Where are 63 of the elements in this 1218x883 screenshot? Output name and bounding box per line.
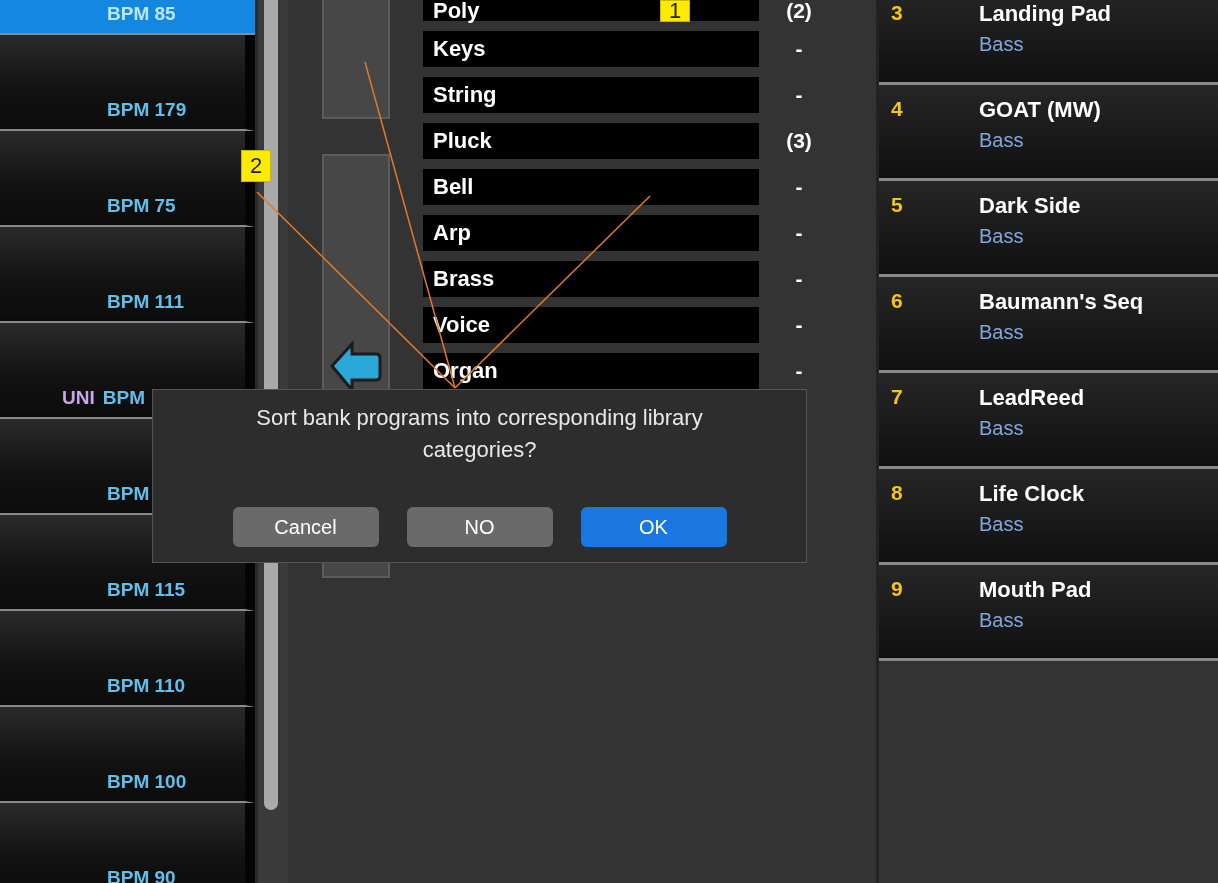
- program-tile[interactable]: BPM 111: [0, 227, 255, 323]
- category-count: -: [794, 83, 804, 107]
- program-tile[interactable]: BPM 110: [0, 611, 255, 707]
- program-bpm: BPM 75: [107, 195, 176, 217]
- dialog-button[interactable]: Cancel: [232, 507, 379, 547]
- program-number: 9: [891, 577, 904, 602]
- program-tile[interactable]: BPM 100: [0, 707, 255, 803]
- program-number: 8: [891, 481, 904, 506]
- bank-program-row[interactable]: 8 Life Clock Bass: [879, 469, 1218, 565]
- bank-program-row[interactable]: 9 Mouth Pad Bass: [879, 565, 1218, 661]
- category-count: (2): [785, 0, 813, 21]
- program-category: Bass: [979, 225, 1025, 248]
- category-count: -: [794, 267, 804, 291]
- bank-program-row[interactable]: 7 LeadReed Bass: [879, 373, 1218, 469]
- category-item[interactable]: Brass: [423, 261, 759, 297]
- program-number: 4: [891, 97, 904, 122]
- program-bpm: BPM: [102, 387, 145, 409]
- program-category: Bass: [979, 33, 1025, 56]
- dialog-message: Sort bank programs into corresponding library categories?: [255, 404, 704, 464]
- category-count: -: [794, 37, 804, 61]
- bank-program-row[interactable]: 4 GOAT (MW) Bass: [879, 85, 1218, 181]
- annotation-badge: 1: [660, 0, 691, 22]
- program-bpm: BPM 110: [107, 675, 186, 697]
- program-name: GOAT (MW): [979, 97, 1101, 123]
- program-name: Landing Pad: [979, 1, 1111, 27]
- category-item[interactable]: Keys: [423, 31, 759, 67]
- bank-program-row[interactable]: 6 Baumann's Seq Bass: [879, 277, 1218, 373]
- category-count: -: [794, 313, 804, 337]
- bank-program-row[interactable]: 3 Landing Pad Bass: [879, 0, 1218, 85]
- program-name: Mouth Pad: [979, 577, 1092, 603]
- dialog-button[interactable]: OK: [580, 507, 727, 547]
- category-item[interactable]: Bell: [423, 169, 759, 205]
- program-number: 3: [891, 1, 904, 26]
- program-bpm: BPM 179: [107, 99, 187, 121]
- category-item[interactable]: Pluck: [423, 123, 759, 159]
- program-name: Baumann's Seq: [979, 289, 1144, 315]
- program-bpm: BPM 111: [107, 291, 185, 313]
- category-count: -: [794, 359, 804, 383]
- category-item[interactable]: String: [423, 77, 759, 113]
- annotation-badge: 2: [241, 150, 272, 182]
- program-bpm: BPM 100: [107, 771, 187, 793]
- category-count: (3): [785, 129, 813, 153]
- program-name: Life Clock: [979, 481, 1085, 507]
- program-bpm: BPM: [107, 483, 150, 505]
- program-name: Dark Side: [979, 193, 1081, 219]
- program-tile[interactable]: BPM 179: [0, 35, 255, 131]
- program-number: 6: [891, 289, 904, 314]
- program-name: LeadReed: [979, 385, 1085, 411]
- program-category: Bass: [979, 417, 1025, 440]
- program-bpm: BPM 115: [107, 579, 186, 601]
- program-category: Bass: [979, 609, 1025, 632]
- program-category: Bass: [979, 513, 1025, 536]
- program-number: 7: [891, 385, 904, 410]
- bank-program-row[interactable]: 5 Dark Side Bass: [879, 181, 1218, 277]
- program-category: Bass: [979, 129, 1025, 152]
- dialog-button[interactable]: NO: [406, 507, 553, 547]
- program-category: Bass: [979, 321, 1025, 344]
- category-count: -: [794, 221, 804, 245]
- program-number: 5: [891, 193, 904, 218]
- category-item[interactable]: Arp: [423, 215, 759, 251]
- program-bpm: BPM 85: [107, 3, 176, 25]
- category-count: -: [794, 175, 804, 199]
- program-tag: UNI: [62, 387, 95, 409]
